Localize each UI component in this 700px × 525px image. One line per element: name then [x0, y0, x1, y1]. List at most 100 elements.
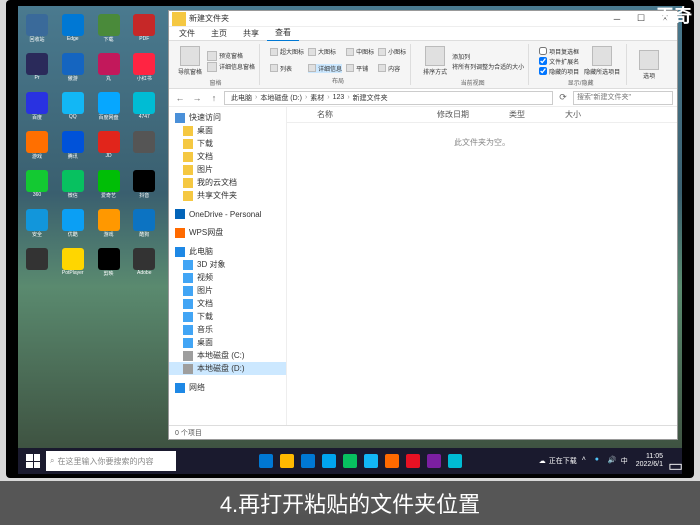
- col-type[interactable]: 类型: [489, 109, 545, 120]
- sidebar-item[interactable]: 下载: [169, 137, 286, 150]
- hide-items-button[interactable]: 隐藏所选项目: [582, 44, 622, 78]
- maximize-button[interactable]: ☐: [629, 11, 653, 27]
- forward-button[interactable]: →: [190, 91, 204, 105]
- layout-lg[interactable]: 大图标: [308, 47, 342, 56]
- desktop-icon[interactable]: QQ: [58, 92, 88, 128]
- search-input[interactable]: [573, 91, 673, 105]
- desktop-icon[interactable]: JD: [94, 131, 124, 167]
- taskbar-app[interactable]: [277, 451, 297, 471]
- sidebar-item[interactable]: 图片: [169, 163, 286, 176]
- desktop-icon[interactable]: 4747: [129, 92, 159, 128]
- sidebar-item[interactable]: 桌面: [169, 336, 286, 349]
- col-name[interactable]: 名称: [297, 109, 417, 120]
- layout-content[interactable]: 内容: [378, 64, 406, 73]
- sidebar-item[interactable]: 文档: [169, 150, 286, 163]
- desktop-icon[interactable]: [22, 248, 52, 284]
- taskbar-app[interactable]: [340, 451, 360, 471]
- add-columns[interactable]: 添加列: [452, 52, 524, 61]
- content-area[interactable]: 名称 修改日期 类型 大小 此文件夹为空。: [287, 107, 677, 425]
- desktop-icon[interactable]: 游戏: [22, 131, 52, 167]
- minimize-button[interactable]: ─: [605, 11, 629, 27]
- check-file-ext[interactable]: 文件扩展名: [539, 57, 579, 66]
- sidebar-item[interactable]: 我的云文档: [169, 176, 286, 189]
- up-button[interactable]: ↑: [207, 91, 221, 105]
- col-size[interactable]: 大小: [545, 109, 601, 120]
- sidebar-item[interactable]: 音乐: [169, 323, 286, 336]
- tab-home[interactable]: 主页: [203, 26, 235, 41]
- desktop-icon[interactable]: 小红书: [129, 53, 159, 89]
- sidebar-item[interactable]: 共享文件夹: [169, 189, 286, 202]
- breadcrumb-segment[interactable]: 素材: [307, 93, 327, 103]
- breadcrumb-segment[interactable]: 新建文件夹: [350, 93, 391, 103]
- desktop-icon[interactable]: 傲游: [58, 53, 88, 89]
- sidebar-item[interactable]: 本地磁盘 (D:): [169, 362, 286, 375]
- tab-share[interactable]: 共享: [235, 26, 267, 41]
- layout-detail[interactable]: 详细信息: [308, 64, 342, 73]
- tab-view[interactable]: 查看: [267, 25, 299, 42]
- desktop-icon[interactable]: 优酷: [58, 209, 88, 245]
- sidebar-item[interactable]: 桌面: [169, 124, 286, 137]
- layout-list[interactable]: 列表: [270, 64, 304, 73]
- fit-columns[interactable]: 将所有列调整为合适的大小: [452, 62, 524, 71]
- tray-ime-icon[interactable]: 中: [621, 456, 631, 466]
- sidebar-item[interactable]: 图片: [169, 284, 286, 297]
- desktop-icon[interactable]: 回收站: [22, 14, 52, 50]
- desktop-icon[interactable]: 360: [22, 170, 52, 206]
- desktop-icon[interactable]: 腾讯: [58, 131, 88, 167]
- options-button[interactable]: 选项: [637, 48, 661, 82]
- desktop-icon[interactable]: 丸: [94, 53, 124, 89]
- sidebar-item[interactable]: 本地磁盘 (C:): [169, 349, 286, 362]
- sort-button[interactable]: 排序方式: [421, 44, 449, 78]
- desktop-icon[interactable]: 抖音: [129, 170, 159, 206]
- breadcrumb-segment[interactable]: 本地磁盘 (D:): [257, 93, 305, 103]
- clock[interactable]: 11:052022/6/1: [636, 453, 663, 468]
- layout-xl[interactable]: 超大图标: [270, 47, 304, 56]
- desktop-icon[interactable]: 酷狗: [129, 209, 159, 245]
- sidebar-onedrive[interactable]: OneDrive - Personal: [169, 208, 286, 220]
- taskbar-app[interactable]: [403, 451, 423, 471]
- preview-pane-button[interactable]: 预览窗格: [207, 51, 255, 61]
- desktop-icon[interactable]: 百度网盘: [94, 92, 124, 128]
- sidebar-item[interactable]: 3D 对象: [169, 258, 286, 271]
- sidebar-quick-access[interactable]: 快速访问: [169, 111, 286, 124]
- taskbar-app[interactable]: [319, 451, 339, 471]
- taskbar-search[interactable]: ⌕在这里输入你要搜索的内容: [46, 451, 176, 471]
- refresh-button[interactable]: ⟳: [556, 91, 570, 105]
- desktop-icon[interactable]: Pr: [22, 53, 52, 89]
- tray-network-icon[interactable]: ●: [595, 456, 605, 466]
- layout-sm[interactable]: 小图标: [378, 47, 406, 56]
- layout-md[interactable]: 中图标: [346, 47, 374, 56]
- check-item-checkbox[interactable]: 项目复选框: [539, 47, 579, 56]
- desktop-icon[interactable]: PDF: [129, 14, 159, 50]
- tray-up-icon[interactable]: ˄: [582, 456, 592, 466]
- layout-tiles[interactable]: 平铺: [346, 64, 374, 73]
- desktop-icon[interactable]: Adobe: [129, 248, 159, 284]
- sidebar-wps[interactable]: WPS网盘: [169, 226, 286, 239]
- check-hidden[interactable]: 隐藏的项目: [539, 67, 579, 76]
- desktop-icon[interactable]: 微信: [58, 170, 88, 206]
- notifications-icon[interactable]: ▭: [668, 456, 678, 466]
- sidebar-item[interactable]: 下载: [169, 310, 286, 323]
- nav-pane-button[interactable]: 导航窗格: [176, 44, 204, 78]
- tray-volume-icon[interactable]: 🔊: [608, 456, 618, 466]
- desktop-icon[interactable]: [129, 131, 159, 167]
- col-date[interactable]: 修改日期: [417, 109, 489, 120]
- taskbar-app[interactable]: [298, 451, 318, 471]
- desktop-icon[interactable]: PotPlayer: [58, 248, 88, 284]
- desktop-icon[interactable]: 安全: [22, 209, 52, 245]
- sidebar-item[interactable]: 文档: [169, 297, 286, 310]
- desktop-icon[interactable]: Edge: [58, 14, 88, 50]
- weather-widget[interactable]: ☁正在下载: [539, 456, 577, 466]
- sidebar-network[interactable]: 网络: [169, 381, 286, 394]
- sidebar-item[interactable]: 视频: [169, 271, 286, 284]
- tab-file[interactable]: 文件: [171, 26, 203, 41]
- desktop-icon[interactable]: 爱奇艺: [94, 170, 124, 206]
- desktop-icon[interactable]: 游戏: [94, 209, 124, 245]
- desktop-icon[interactable]: 剪映: [94, 248, 124, 284]
- taskbar-app[interactable]: [256, 451, 276, 471]
- breadcrumb-segment[interactable]: 123: [330, 94, 348, 101]
- desktop-icon[interactable]: 百度: [22, 92, 52, 128]
- taskbar-app[interactable]: [445, 451, 465, 471]
- desktop-icon[interactable]: 下载: [94, 14, 124, 50]
- details-pane-button[interactable]: 详细信息窗格: [207, 62, 255, 72]
